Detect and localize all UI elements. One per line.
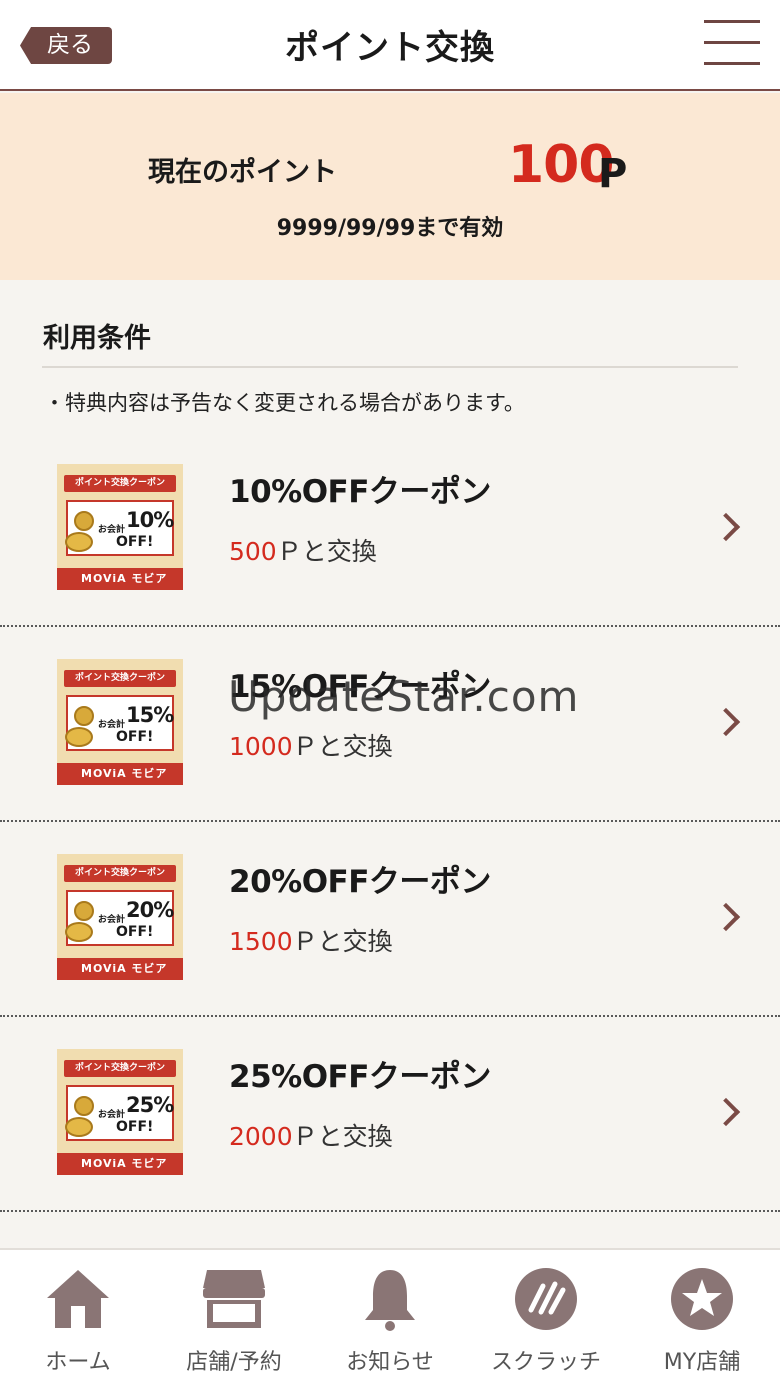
thumb-brand: MOViA モビア bbox=[57, 763, 183, 785]
bell-icon bbox=[365, 1270, 415, 1331]
thumb-off: OFF! bbox=[116, 1119, 154, 1135]
thumb-card: お会計 15% OFF! bbox=[65, 695, 174, 751]
conditions-divider bbox=[42, 366, 738, 368]
coupon-cost-suffix: Ｐと交換 bbox=[292, 1122, 393, 1151]
tab-scratch[interactable]: スクラッチ bbox=[468, 1250, 624, 1386]
coin-icon bbox=[65, 1117, 93, 1137]
coupon-cost: 1000Ｐと交換 bbox=[229, 727, 393, 763]
thumb-card: お会計 25% OFF! bbox=[65, 1085, 174, 1141]
chevron-right-icon bbox=[711, 902, 741, 932]
coupon-cost: 1500Ｐと交換 bbox=[229, 922, 393, 958]
home-icon bbox=[47, 1270, 109, 1328]
coupon-thumbnail: ポイント交換クーポン お会計 20% OFF! MOViA モビア bbox=[57, 854, 183, 980]
coin-icon bbox=[74, 511, 94, 531]
coupon-cost-value: 500 bbox=[229, 537, 277, 566]
coupon-item[interactable]: ポイント交換クーポン お会計 25% OFF! MOViA モビア 25%OFF… bbox=[0, 1017, 780, 1212]
chevron-right-icon bbox=[711, 1097, 741, 1127]
thumb-brand: MOViA モビア bbox=[57, 1153, 183, 1175]
thumb-brand: MOViA モビア bbox=[57, 568, 183, 590]
coupon-name: 25%OFFクーポン bbox=[229, 1059, 491, 1095]
thumb-percent: 10% bbox=[126, 508, 174, 532]
coupon-cost-value: 1500 bbox=[229, 927, 293, 956]
thumb-percent: 20% bbox=[126, 898, 174, 922]
thumb-off: OFF! bbox=[116, 534, 154, 550]
thumb-card: お会計 20% OFF! bbox=[65, 890, 174, 946]
coin-icon bbox=[74, 901, 94, 921]
thumb-percent: 25% bbox=[126, 1093, 174, 1117]
tab-label: MY店舗 bbox=[663, 1350, 741, 1375]
tab-my-store[interactable]: MY店舗 bbox=[624, 1250, 780, 1386]
coupon-item[interactable]: ポイント交換クーポン お会計 10% OFF! MOViA モビア 10%OFF… bbox=[0, 432, 780, 627]
tab-news[interactable]: お知らせ bbox=[312, 1250, 468, 1386]
coupon-cost-value: 2000 bbox=[229, 1122, 293, 1151]
coupon-cost-value: 1000 bbox=[229, 732, 293, 761]
conditions-title: 利用条件 bbox=[43, 323, 151, 354]
coupon-list: ポイント交換クーポン お会計 10% OFF! MOViA モビア 10%OFF… bbox=[0, 432, 780, 1212]
coin-icon bbox=[74, 706, 94, 726]
coupon-cost-suffix: Ｐと交換 bbox=[292, 927, 393, 956]
points-label: 現在のポイント bbox=[148, 157, 337, 188]
page-title: ポイント交換 bbox=[285, 28, 495, 68]
tab-label: 店舗/予約 bbox=[186, 1350, 282, 1375]
thumb-percent: 15% bbox=[126, 703, 174, 727]
coupon-thumbnail: ポイント交換クーポン お会計 25% OFF! MOViA モビア bbox=[57, 1049, 183, 1175]
thumb-top-label: ポイント交換クーポン bbox=[64, 475, 176, 492]
thumb-top-label: ポイント交換クーポン bbox=[64, 1060, 176, 1077]
store-icon bbox=[203, 1270, 265, 1328]
app-header: 戻る ポイント交換 bbox=[0, 0, 780, 91]
scratch-icon bbox=[515, 1268, 577, 1330]
points-banner: 現在のポイント 100 P 9999/99/99まで有効 bbox=[0, 93, 780, 280]
thumb-top-label: ポイント交換クーポン bbox=[64, 865, 176, 882]
coupon-cost-suffix: Ｐと交換 bbox=[292, 732, 393, 761]
tab-label: スクラッチ bbox=[490, 1350, 601, 1375]
thumb-off: OFF! bbox=[116, 729, 154, 745]
hamburger-menu-icon[interactable] bbox=[704, 20, 760, 66]
coupon-item[interactable]: ポイント交換クーポン お会計 20% OFF! MOViA モビア 20%OFF… bbox=[0, 822, 780, 1017]
coupon-name: 20%OFFクーポン bbox=[229, 864, 491, 900]
coupon-item[interactable]: ポイント交換クーポン お会計 15% OFF! MOViA モビア 15% OFF… bbox=[0, 627, 780, 822]
thumb-top-label: ポイント交換クーポン bbox=[64, 670, 176, 687]
coin-icon bbox=[74, 1096, 94, 1116]
points-expiry: 9999/99/99まで有効 bbox=[276, 216, 504, 241]
thumb-card: お会計 10% OFF! bbox=[65, 500, 174, 556]
conditions-note: ・特典内容は予告なく変更される場合があります。 bbox=[44, 391, 525, 415]
coupon-cost-suffix: Ｐと交換 bbox=[276, 537, 377, 566]
chevron-right-icon bbox=[711, 512, 741, 542]
coin-icon bbox=[65, 532, 93, 552]
tab-label: お知らせ bbox=[346, 1350, 434, 1375]
chevron-right-icon bbox=[711, 707, 741, 737]
coin-icon bbox=[65, 727, 93, 747]
watermark: UpdateStar.com bbox=[228, 672, 580, 721]
coupon-thumbnail: ポイント交換クーポン お会計 15% OFF! MOViA モビア bbox=[57, 659, 183, 785]
coin-icon bbox=[65, 922, 93, 942]
star-icon bbox=[671, 1268, 733, 1330]
thumb-off: OFF! bbox=[116, 924, 154, 940]
thumb-brand: MOViA モビア bbox=[57, 958, 183, 980]
tab-home[interactable]: ホーム bbox=[0, 1250, 156, 1386]
coupon-thumbnail: ポイント交換クーポン お会計 10% OFF! MOViA モビア bbox=[57, 464, 183, 590]
coupon-cost: 2000Ｐと交換 bbox=[229, 1117, 393, 1153]
tab-store[interactable]: 店舗/予約 bbox=[156, 1250, 312, 1386]
coupon-cost: 500Ｐと交換 bbox=[229, 532, 377, 568]
points-unit: P bbox=[598, 151, 628, 197]
tab-label: ホーム bbox=[45, 1350, 111, 1375]
bottom-tab-bar: ホーム 店舗/予約 お知らせ スクラッチ MY店舗 bbox=[0, 1248, 780, 1386]
coupon-name: 10%OFFクーポン bbox=[229, 474, 491, 510]
